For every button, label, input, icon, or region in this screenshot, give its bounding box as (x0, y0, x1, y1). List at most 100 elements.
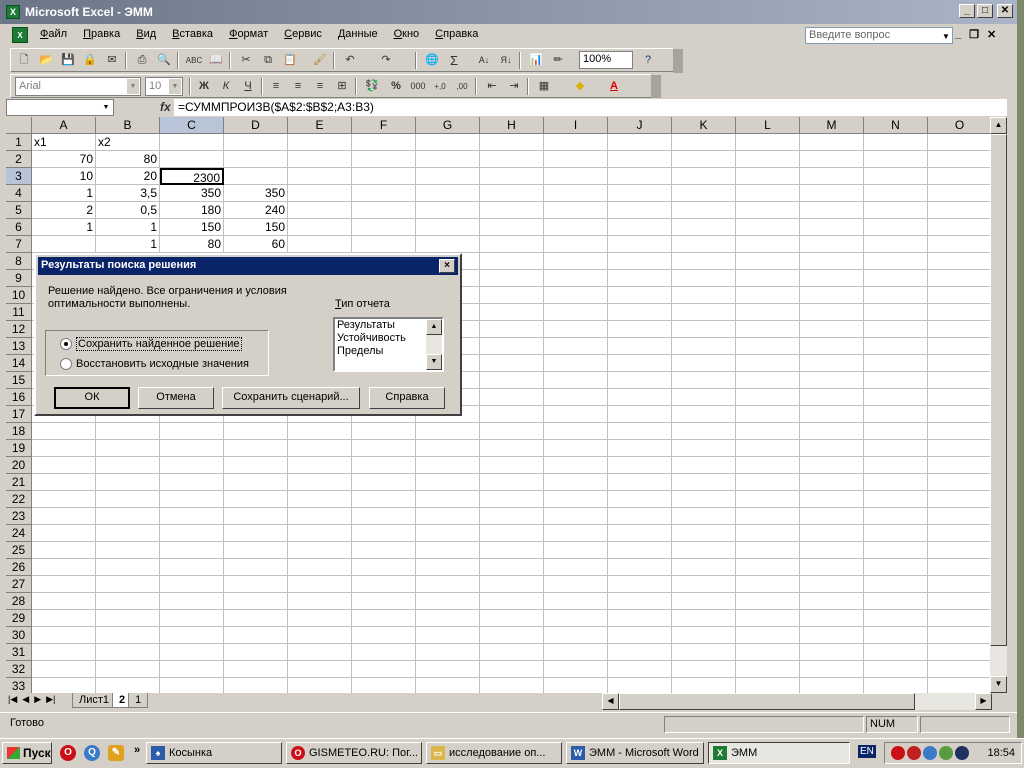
cell-f25[interactable] (352, 542, 416, 559)
cell-f33[interactable] (352, 678, 416, 693)
cell-m5[interactable] (800, 202, 864, 219)
cell-m1[interactable] (800, 134, 864, 151)
cell-a2[interactable]: 70 (32, 151, 96, 168)
cell-n1[interactable] (864, 134, 928, 151)
cell-h19[interactable] (480, 440, 544, 457)
cell-e21[interactable] (288, 474, 352, 491)
row-header[interactable]: 5 (6, 202, 32, 219)
row-header[interactable]: 2 (6, 151, 32, 168)
cell-e25[interactable] (288, 542, 352, 559)
cell-n11[interactable] (864, 304, 928, 321)
cell-e24[interactable] (288, 525, 352, 542)
print-icon[interactable]: ⎙ (133, 52, 151, 69)
cell-c29[interactable] (160, 610, 224, 627)
row-header[interactable]: 16 (6, 389, 32, 406)
cell-k7[interactable] (672, 236, 736, 253)
cell-h20[interactable] (480, 457, 544, 474)
cell-j13[interactable] (608, 338, 672, 355)
cell-h7[interactable] (480, 236, 544, 253)
cell-l27[interactable] (736, 576, 800, 593)
antivirus-icon[interactable] (907, 746, 921, 760)
cell-h13[interactable] (480, 338, 544, 355)
doc-restore-button[interactable]: ❐ (969, 28, 979, 41)
cell-j29[interactable] (608, 610, 672, 627)
help-icon[interactable]: ? (639, 52, 657, 69)
paste-icon[interactable]: 📋 (281, 52, 299, 69)
cell-f26[interactable] (352, 559, 416, 576)
cell-g33[interactable] (416, 678, 480, 693)
task-solitaire[interactable]: ♠ Косынка (146, 742, 282, 764)
cell-g20[interactable] (416, 457, 480, 474)
cell-g30[interactable] (416, 627, 480, 644)
cell-l6[interactable] (736, 219, 800, 236)
align-center-icon[interactable]: ≡ (289, 78, 307, 95)
cell-o7[interactable] (928, 236, 990, 253)
cell-h5[interactable] (480, 202, 544, 219)
cell-i10[interactable] (544, 287, 608, 304)
cell-e27[interactable] (288, 576, 352, 593)
cell-o25[interactable] (928, 542, 990, 559)
cell-m23[interactable] (800, 508, 864, 525)
cell-j12[interactable] (608, 321, 672, 338)
cell-l5[interactable] (736, 202, 800, 219)
cell-i28[interactable] (544, 593, 608, 610)
cell-i24[interactable] (544, 525, 608, 542)
cell-k30[interactable] (672, 627, 736, 644)
cell-h18[interactable] (480, 423, 544, 440)
cell-h21[interactable] (480, 474, 544, 491)
research-icon[interactable]: 📖 (207, 52, 225, 69)
cell-b22[interactable] (96, 491, 160, 508)
cell-i4[interactable] (544, 185, 608, 202)
cell-l11[interactable] (736, 304, 800, 321)
sheet-tab-3[interactable]: 1 (128, 693, 149, 708)
row-header[interactable]: 24 (6, 525, 32, 542)
column-header-l[interactable]: L (736, 117, 800, 134)
horizontal-scrollbar[interactable]: ◀ ▶ (602, 693, 992, 710)
cell-e19[interactable] (288, 440, 352, 457)
cell-a19[interactable] (32, 440, 96, 457)
cell-m13[interactable] (800, 338, 864, 355)
cell-b18[interactable] (96, 423, 160, 440)
cell-d20[interactable] (224, 457, 288, 474)
cell-d6[interactable]: 150 (224, 219, 288, 236)
cell-g23[interactable] (416, 508, 480, 525)
cell-m22[interactable] (800, 491, 864, 508)
cell-k28[interactable] (672, 593, 736, 610)
minimize-button[interactable]: _ (959, 4, 975, 18)
cell-j14[interactable] (608, 355, 672, 372)
cell-o16[interactable] (928, 389, 990, 406)
font-size-select[interactable]: 10 ▼ (145, 77, 183, 96)
save-icon[interactable]: 💾 (59, 52, 77, 69)
cell-b28[interactable] (96, 593, 160, 610)
cell-i33[interactable] (544, 678, 608, 693)
cell-o22[interactable] (928, 491, 990, 508)
cell-g18[interactable] (416, 423, 480, 440)
cell-i20[interactable] (544, 457, 608, 474)
column-header-c[interactable]: C (160, 117, 224, 134)
cell-i26[interactable] (544, 559, 608, 576)
cell-o1[interactable] (928, 134, 990, 151)
cell-g25[interactable] (416, 542, 480, 559)
language-indicator[interactable]: EN (858, 745, 876, 758)
cell-g29[interactable] (416, 610, 480, 627)
cell-k13[interactable] (672, 338, 736, 355)
row-header[interactable]: 22 (6, 491, 32, 508)
cell-h14[interactable] (480, 355, 544, 372)
cell-c23[interactable] (160, 508, 224, 525)
row-header[interactable]: 3 (6, 168, 32, 185)
keep-solution-option[interactable]: Сохранить найденное решение (60, 337, 242, 351)
cell-f5[interactable] (352, 202, 416, 219)
cell-d5[interactable]: 240 (224, 202, 288, 219)
cell-b1[interactable]: x2 (96, 134, 160, 151)
cell-a20[interactable] (32, 457, 96, 474)
merge-center-icon[interactable]: ⊞ (333, 78, 351, 95)
cell-g27[interactable] (416, 576, 480, 593)
doc-minimize-button[interactable]: _ (955, 28, 961, 41)
cell-i12[interactable] (544, 321, 608, 338)
cell-n24[interactable] (864, 525, 928, 542)
cell-h23[interactable] (480, 508, 544, 525)
cell-a24[interactable] (32, 525, 96, 542)
cell-j5[interactable] (608, 202, 672, 219)
vertical-scroll-thumb[interactable] (990, 134, 1007, 646)
task-gismeteo[interactable]: O GISMETEO.RU: Пог... (286, 742, 422, 764)
